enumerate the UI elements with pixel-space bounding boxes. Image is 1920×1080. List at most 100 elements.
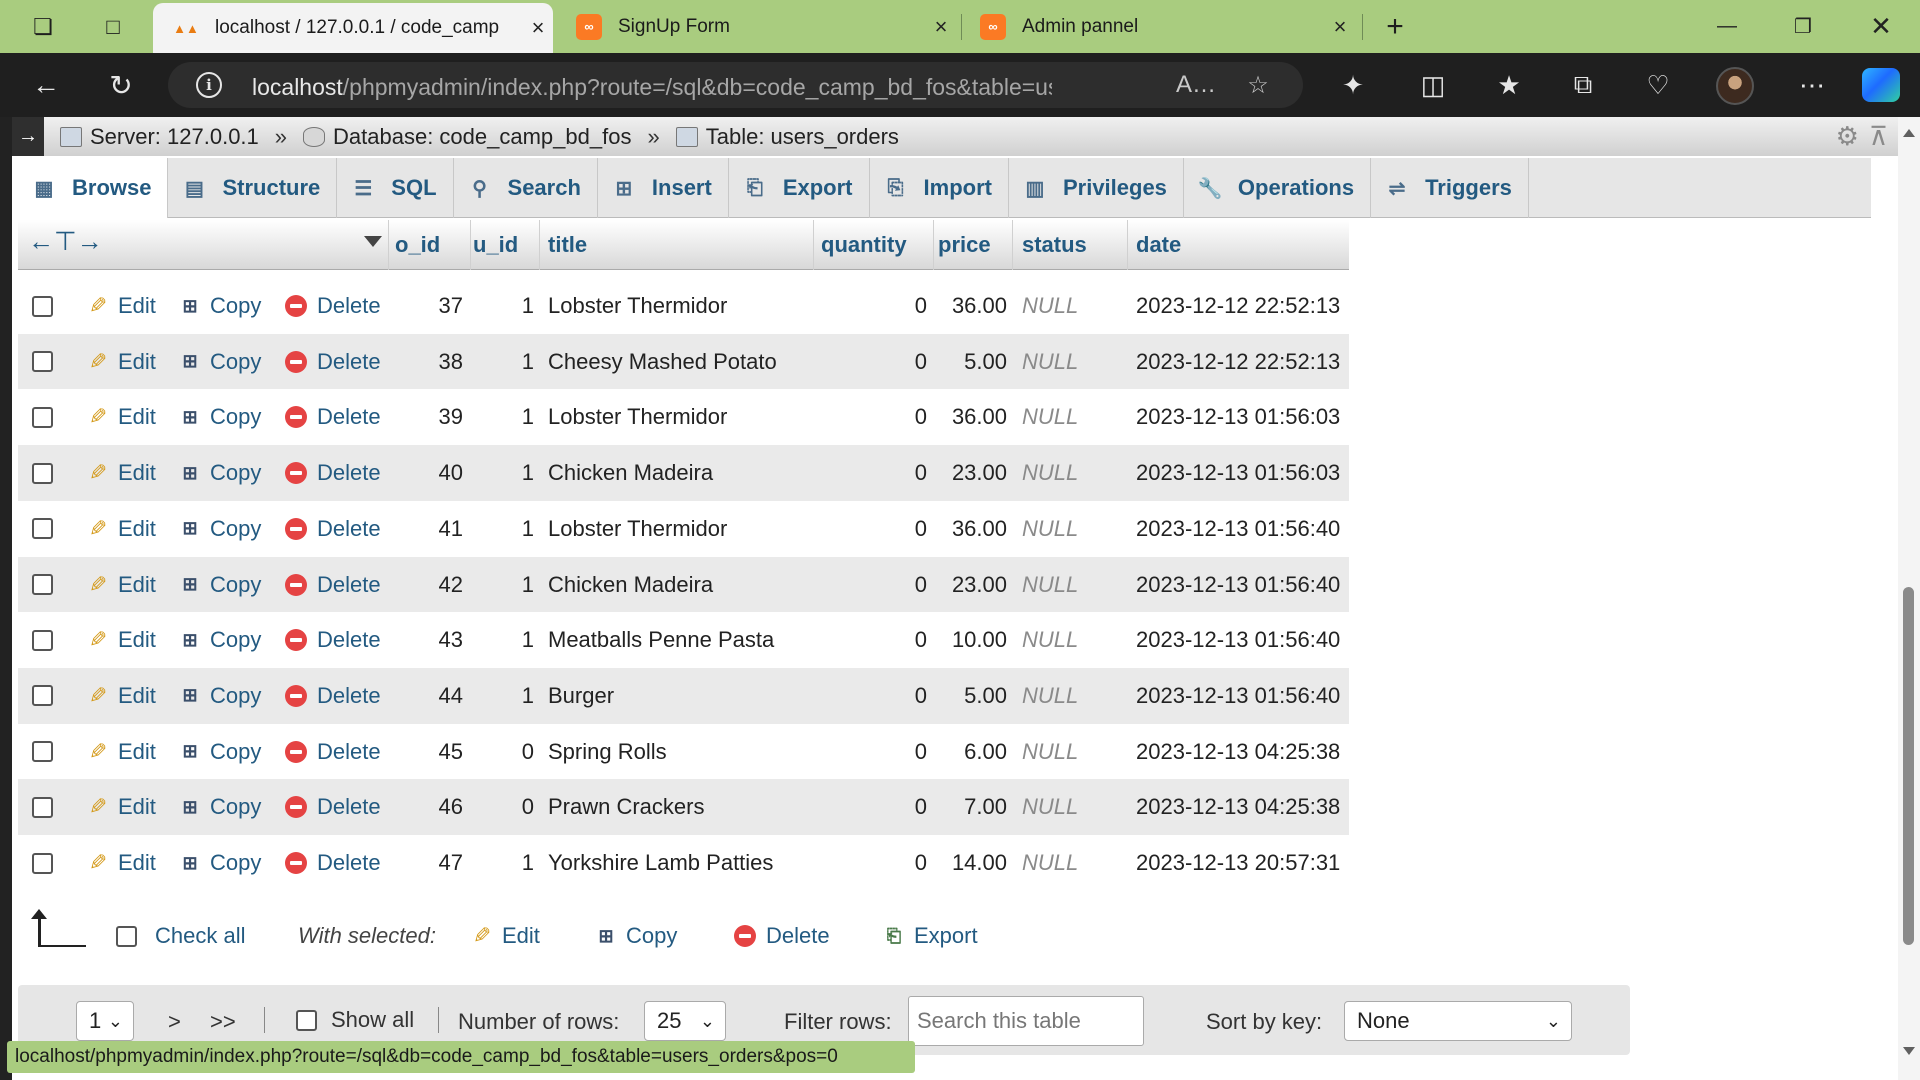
row-edit-button[interactable]: ✎ Edit <box>86 779 156 835</box>
row-checkbox[interactable] <box>32 574 53 595</box>
restore-icon[interactable]: ❐ <box>1768 0 1838 53</box>
favorites-icon[interactable]: ★ <box>1489 65 1529 105</box>
row-edit-button[interactable]: ✎ Edit <box>86 835 156 891</box>
row-edit-button[interactable]: ✎ Edit <box>86 389 156 445</box>
minimize-icon[interactable]: — <box>1692 0 1762 53</box>
close-window-icon[interactable]: ✕ <box>1846 0 1916 53</box>
collapse-top-icon[interactable]: ⊼ <box>1869 121 1888 152</box>
browser-tab-admin[interactable]: ∞ Admin pannel × <box>960 0 1355 53</box>
tab-privileges[interactable]: ▥ Privileges <box>1009 158 1184 218</box>
row-edit-button[interactable]: ✎ Edit <box>86 724 156 780</box>
split-screen-icon[interactable]: ◫ <box>1413 65 1453 105</box>
vertical-tabs-icon[interactable]: □ <box>98 12 128 42</box>
check-all-checkbox[interactable] <box>116 925 137 947</box>
favorite-star-icon[interactable]: ☆ <box>1242 69 1274 101</box>
browser-tab-phpmyadmin[interactable]: ▲▲ localhost / 127.0.0.1 / code_camp × <box>153 3 553 53</box>
column-header-quantity[interactable]: quantity <box>821 220 907 270</box>
row-edit-button[interactable]: ✎ Edit <box>86 557 156 613</box>
row-edit-button[interactable]: ✎ Edit <box>86 445 156 501</box>
bulk-export-button[interactable]: ⎗ Export <box>882 923 978 949</box>
row-checkbox[interactable] <box>32 796 53 818</box>
row-checkbox[interactable] <box>32 741 53 763</box>
column-header-date[interactable]: date <box>1136 220 1181 270</box>
read-aloud-icon[interactable]: A… <box>1176 69 1216 101</box>
scroll-down-icon[interactable] <box>1903 1047 1915 1055</box>
row-copy-button[interactable]: ⊞ Copy <box>178 389 261 445</box>
tab-insert[interactable]: ⊞ Insert <box>598 158 729 218</box>
tab-operations[interactable]: 🔧 Operations <box>1184 158 1372 218</box>
close-tab-icon[interactable]: × <box>926 14 956 40</box>
row-checkbox[interactable] <box>32 852 53 874</box>
refresh-icon[interactable]: ↻ <box>101 65 141 105</box>
show-all[interactable]: Show all <box>296 1007 414 1033</box>
sort-dropdown-icon[interactable] <box>364 236 382 247</box>
scroll-up-icon[interactable] <box>1903 129 1915 137</box>
show-all-checkbox[interactable] <box>296 1009 317 1031</box>
next-page-button[interactable]: > <box>168 1009 181 1035</box>
bulk-delete-button[interactable]: Delete <box>734 923 830 949</box>
check-all[interactable]: Check all <box>116 923 245 949</box>
tab-export[interactable]: ⎗ Export <box>729 158 870 218</box>
page-select[interactable]: 1 ⌄ <box>76 1001 134 1041</box>
new-tab-icon[interactable]: + <box>1380 10 1410 43</box>
back-icon[interactable]: ← <box>26 65 66 105</box>
browser-essentials-icon[interactable]: ♡ <box>1638 65 1678 105</box>
column-header-o_id[interactable]: o_id <box>395 220 440 270</box>
site-info-icon[interactable]: i <box>196 72 222 98</box>
row-copy-button[interactable]: ⊞ Copy <box>178 724 261 780</box>
row-copy-button[interactable]: ⊞ Copy <box>178 278 261 334</box>
close-tab-icon[interactable]: × <box>1325 14 1355 40</box>
address-bar[interactable]: i localhost/phpmyadmin/index.php?route=/… <box>168 62 1303 108</box>
tab-sql[interactable]: ☰ SQL <box>337 158 454 218</box>
row-checkbox[interactable] <box>32 351 53 373</box>
copilot-icon[interactable] <box>1862 68 1900 102</box>
tab-import[interactable]: ⎘ Import <box>870 158 1009 218</box>
breadcrumb-database[interactable]: Database: code_camp_bd_fos <box>303 124 631 150</box>
tab-triggers[interactable]: ⇌ Triggers <box>1371 158 1529 218</box>
bulk-edit-button[interactable]: ✎ Edit <box>470 923 540 949</box>
bulk-copy-button[interactable]: ⊞ Copy <box>594 923 677 949</box>
column-header-u_id[interactable]: u_id <box>473 220 518 270</box>
page-scrollbar[interactable] <box>1898 117 1920 1080</box>
workspaces-icon[interactable]: ❏ <box>28 12 58 42</box>
row-checkbox[interactable] <box>32 685 53 707</box>
column-header-status[interactable]: status <box>1022 220 1087 270</box>
tab-browse[interactable]: ▦ Browse <box>18 158 169 218</box>
row-copy-button[interactable]: ⊞ Copy <box>178 835 261 891</box>
row-edit-button[interactable]: ✎ Edit <box>86 668 156 724</box>
column-resize-icon[interactable]: ←⊤→ <box>28 226 103 257</box>
column-header-title[interactable]: title <box>548 220 587 270</box>
last-page-button[interactable]: >> <box>210 1009 236 1035</box>
more-menu-icon[interactable]: ⋯ <box>1792 65 1832 105</box>
extensions-icon[interactable]: ✦ <box>1333 65 1373 105</box>
sort-key-select[interactable]: None ⌄ <box>1344 1001 1572 1041</box>
row-copy-button[interactable]: ⊞ Copy <box>178 334 261 390</box>
close-tab-icon[interactable]: × <box>523 15 553 41</box>
row-edit-button[interactable]: ✎ Edit <box>86 612 156 668</box>
settings-gear-icon[interactable]: ⚙ <box>1836 121 1859 152</box>
rows-select[interactable]: 25 ⌄ <box>644 1001 726 1041</box>
column-header-price[interactable]: price <box>938 220 991 270</box>
row-copy-button[interactable]: ⊞ Copy <box>178 501 261 557</box>
browser-tab-signup[interactable]: ∞ SignUp Form × <box>556 0 956 53</box>
row-copy-button[interactable]: ⊞ Copy <box>178 557 261 613</box>
row-checkbox[interactable] <box>32 629 53 651</box>
row-copy-button[interactable]: ⊞ Copy <box>178 779 261 835</box>
collections-icon[interactable]: ⧉ <box>1563 65 1603 105</box>
row-copy-button[interactable]: ⊞ Copy <box>178 668 261 724</box>
tab-structure[interactable]: ▤ Structure <box>168 158 338 218</box>
row-copy-button[interactable]: ⊞ Copy <box>178 445 261 501</box>
row-edit-button[interactable]: ✎ Edit <box>86 334 156 390</box>
breadcrumb-table[interactable]: Table: users_orders <box>675 124 899 150</box>
row-edit-button[interactable]: ✎ Edit <box>86 501 156 557</box>
profile-avatar[interactable] <box>1716 67 1754 105</box>
breadcrumb-server[interactable]: Server: 127.0.0.1 <box>60 124 259 150</box>
row-checkbox[interactable] <box>32 295 53 317</box>
row-copy-button[interactable]: ⊞ Copy <box>178 612 261 668</box>
row-checkbox[interactable] <box>32 518 53 540</box>
url-text[interactable]: localhost/phpmyadmin/index.php?route=/sq… <box>252 74 1052 101</box>
row-edit-button[interactable]: ✎ Edit <box>86 278 156 334</box>
tab-search[interactable]: ⚲ Search <box>454 158 598 218</box>
row-checkbox[interactable] <box>32 406 53 428</box>
row-checkbox[interactable] <box>32 462 53 484</box>
